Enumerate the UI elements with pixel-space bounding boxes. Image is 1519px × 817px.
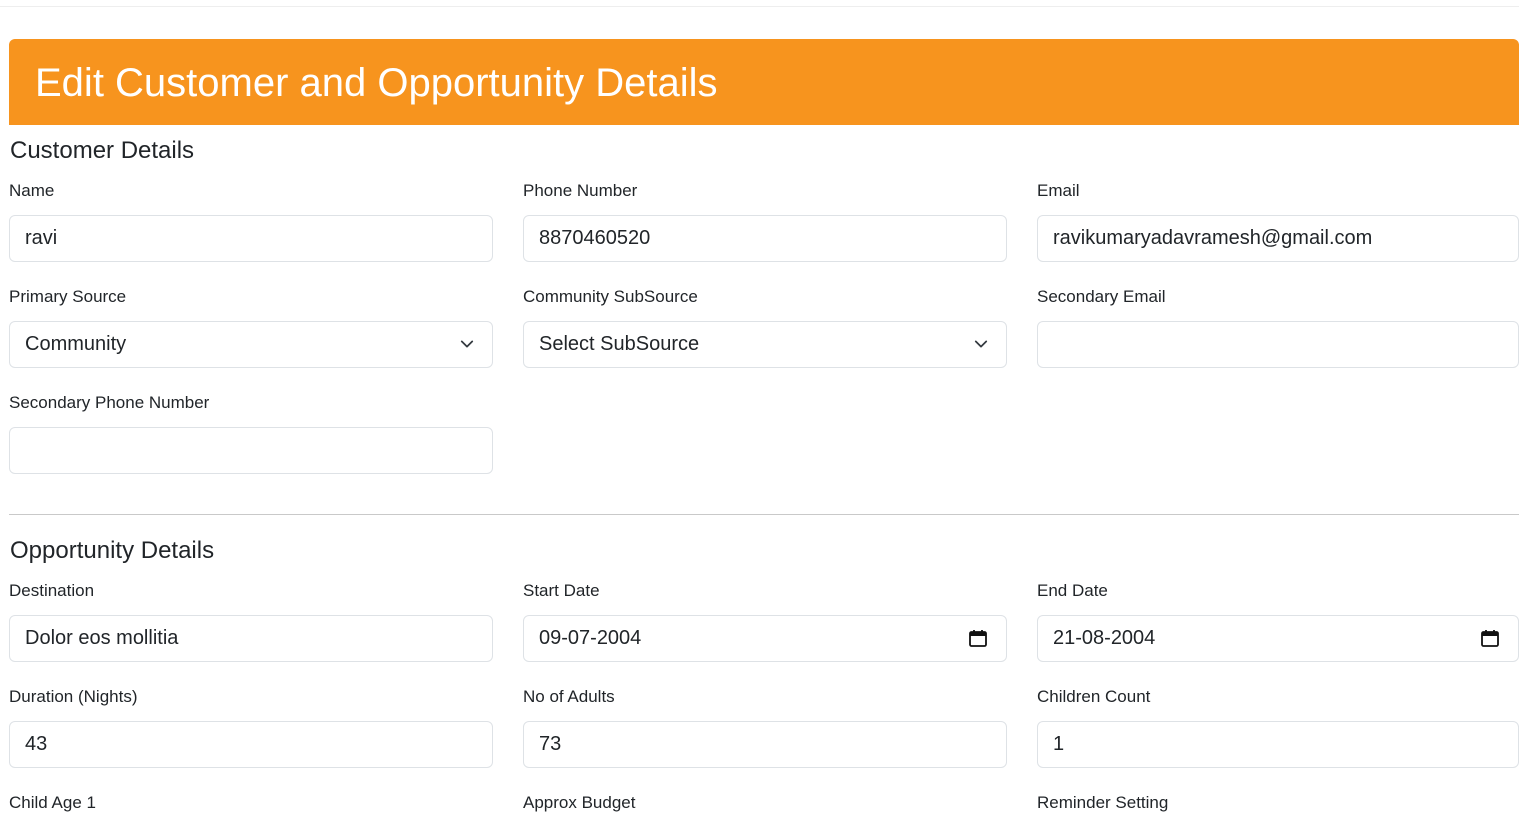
subsource-select[interactable]: Select SubSource [523, 321, 1007, 368]
start-date-label: Start Date [523, 581, 600, 600]
secondary-phone-label: Secondary Phone Number [9, 393, 210, 412]
primary-source-select[interactable]: Community [9, 321, 493, 368]
chevron-down-icon [460, 340, 474, 348]
secondary-email-field: Secondary Email [1037, 287, 1519, 368]
start-date-field: Start Date 09-07-2004 [523, 581, 1007, 662]
adults-label: No of Adults [523, 687, 615, 706]
page-title: Edit Customer and Opportunity Details [35, 61, 718, 105]
page-header: Edit Customer and Opportunity Details [9, 39, 1519, 125]
name-label: Name [9, 181, 55, 200]
destination-field: Destination [9, 581, 493, 662]
children-label: Children Count [1037, 687, 1151, 706]
phone-label: Phone Number [523, 181, 638, 200]
start-date-input[interactable]: 09-07-2004 [523, 615, 1007, 662]
subsource-value: Select SubSource [539, 333, 700, 355]
opportunity-section-title: Opportunity Details [10, 537, 215, 564]
phone-field: Phone Number [523, 181, 1007, 262]
primary-source-label: Primary Source [9, 287, 127, 306]
primary-source-value: Community [25, 333, 127, 355]
destination-input[interactable] [9, 615, 493, 662]
email-field: Email [1037, 181, 1519, 262]
calendar-icon[interactable] [968, 628, 988, 648]
secondary-email-label: Secondary Email [1037, 287, 1166, 306]
end-date-value: 21-08-2004 [1053, 627, 1156, 649]
duration-label: Duration (Nights) [9, 687, 138, 706]
children-input[interactable] [1037, 721, 1519, 768]
child-age-field: Child Age 1 [9, 793, 493, 813]
duration-field: Duration (Nights) [9, 687, 493, 768]
end-date-field: End Date 21-08-2004 [1037, 581, 1519, 662]
subsource-label: Community SubSource [523, 287, 698, 306]
start-date-value: 09-07-2004 [539, 627, 642, 649]
email-input[interactable] [1037, 215, 1519, 262]
budget-label: Approx Budget [523, 793, 636, 812]
children-field: Children Count [1037, 687, 1519, 768]
adults-field: No of Adults [523, 687, 1007, 768]
secondary-phone-field: Secondary Phone Number [9, 393, 493, 474]
adults-input[interactable] [523, 721, 1007, 768]
section-divider [9, 514, 1519, 515]
phone-input[interactable] [523, 215, 1007, 262]
email-label: Email [1037, 181, 1080, 200]
name-input[interactable] [9, 215, 493, 262]
primary-source-field: Primary Source Community [9, 287, 493, 368]
top-rule [0, 6, 1519, 7]
subsource-field: Community SubSource Select SubSource [523, 287, 1007, 368]
end-date-input[interactable]: 21-08-2004 [1037, 615, 1519, 662]
reminder-label: Reminder Setting [1037, 793, 1169, 812]
budget-field: Approx Budget [523, 793, 1007, 813]
end-date-label: End Date [1037, 581, 1108, 600]
chevron-down-icon [974, 340, 988, 348]
secondary-email-input[interactable] [1037, 321, 1519, 368]
calendar-icon[interactable] [1480, 628, 1500, 648]
secondary-phone-input[interactable] [9, 427, 493, 474]
customer-section-title: Customer Details [10, 137, 195, 164]
destination-label: Destination [9, 581, 95, 600]
duration-input[interactable] [9, 721, 493, 768]
child-age-1-label: Child Age 1 [9, 793, 96, 812]
reminder-field: Reminder Setting [1037, 793, 1519, 813]
name-field: Name [9, 181, 493, 262]
